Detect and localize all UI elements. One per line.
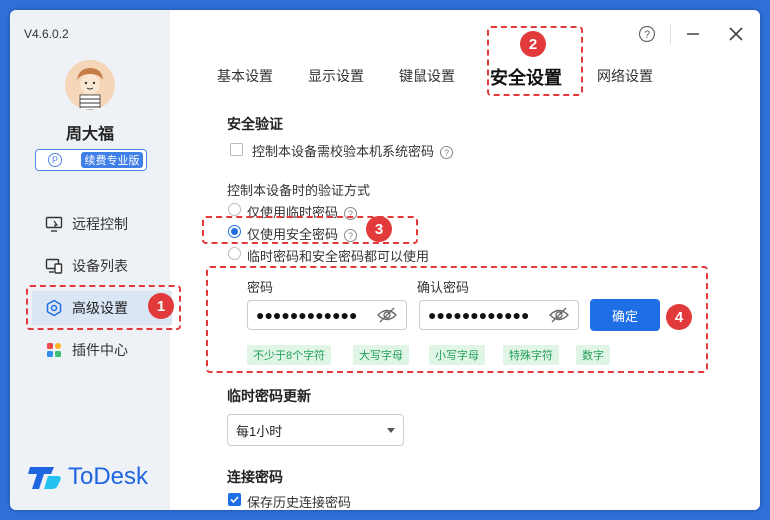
help-icon[interactable]: ? [440, 146, 454, 160]
confirm-password-field[interactable]: ●●●●●●●●●●●● [419, 300, 579, 330]
todesk-logo: ToDesk [28, 463, 148, 491]
verify-method-title: 控制本设备时的验证方式 [227, 183, 371, 198]
plugins-icon [44, 340, 64, 360]
todesk-logo-icon [28, 467, 61, 489]
avatar[interactable] [65, 60, 115, 110]
chevron-down-icon [387, 428, 395, 433]
save-history-label: 保存历史连接密码 [247, 495, 352, 510]
sidebar-item-label: 插件中心 [72, 342, 128, 358]
confirm-button[interactable]: 确定 [590, 299, 660, 331]
app-window: V4.6.0.2 周大福 P 续费专业版 远程控制 设备列表 高级设置 插件中心… [10, 10, 760, 510]
devices-icon [44, 256, 64, 276]
renew-pro-label: 续费专业版 [81, 152, 143, 168]
radio-both[interactable] [228, 247, 241, 260]
radio-temp-only[interactable] [228, 203, 241, 216]
tab-network[interactable]: 网络设置 [597, 66, 653, 86]
sidebar: V4.6.0.2 周大福 P 续费专业版 远程控制 设备列表 高级设置 插件中心… [10, 10, 181, 510]
marker-4: 4 [666, 304, 692, 330]
save-history-checkbox[interactable] [228, 493, 241, 506]
rule-tag-uppercase: 大写字母 [353, 345, 409, 365]
connect-pw-title: 连接密码 [227, 469, 283, 485]
version-label: V4.6.0.2 [24, 27, 69, 41]
marker-1: 1 [148, 293, 174, 319]
rule-tag-length: 不少于8个字符 [247, 345, 332, 365]
sidebar-item-remote-control[interactable]: 远程控制 [32, 207, 172, 241]
security-verify-title: 安全验证 [227, 116, 283, 132]
tab-keyboard-mouse[interactable]: 键鼠设置 [399, 66, 455, 86]
password-field[interactable]: ●●●●●●●●●●●● [247, 300, 407, 330]
password-label: 密码 [247, 280, 274, 295]
temp-pw-select[interactable]: 每1小时 [227, 414, 404, 446]
brand-name: ToDesk [68, 463, 149, 490]
sidebar-item-devices[interactable]: 设备列表 [32, 249, 172, 283]
confirm-password-label: 确认密码 [417, 280, 470, 295]
titlebar-divider [670, 24, 671, 44]
sidebar-item-plugins[interactable]: 插件中心 [32, 333, 172, 367]
local-pw-checkbox[interactable] [230, 143, 243, 156]
remote-control-icon [44, 214, 64, 234]
username: 周大福 [65, 126, 114, 143]
rule-tag-special: 特殊字符 [503, 345, 559, 365]
renew-pro-badge[interactable]: P 续费专业版 [35, 149, 147, 171]
sidebar-item-label: 设备列表 [72, 258, 128, 274]
eye-slash-icon[interactable] [548, 304, 570, 326]
tab-display[interactable]: 显示设置 [308, 66, 364, 86]
local-pw-label: 控制本设备需校验本机系统密码? [252, 141, 454, 160]
marker-3: 3 [366, 216, 392, 242]
pro-p-icon: P [48, 153, 62, 167]
tab-basic[interactable]: 基本设置 [217, 66, 273, 86]
radio-both-label: 临时密码和安全密码都可以使用 [247, 249, 430, 264]
help-button[interactable]: ? [637, 24, 657, 44]
eye-slash-icon[interactable] [376, 304, 398, 326]
minimize-button[interactable] [683, 24, 703, 44]
rule-tag-digit: 数字 [576, 345, 610, 365]
marker-2: 2 [520, 31, 546, 57]
svg-text:?: ? [644, 29, 650, 41]
rule-tag-lowercase: 小写字母 [429, 345, 485, 365]
close-button[interactable] [726, 24, 746, 44]
temp-pw-title: 临时密码更新 [227, 388, 311, 404]
sidebar-item-label: 远程控制 [72, 216, 128, 232]
